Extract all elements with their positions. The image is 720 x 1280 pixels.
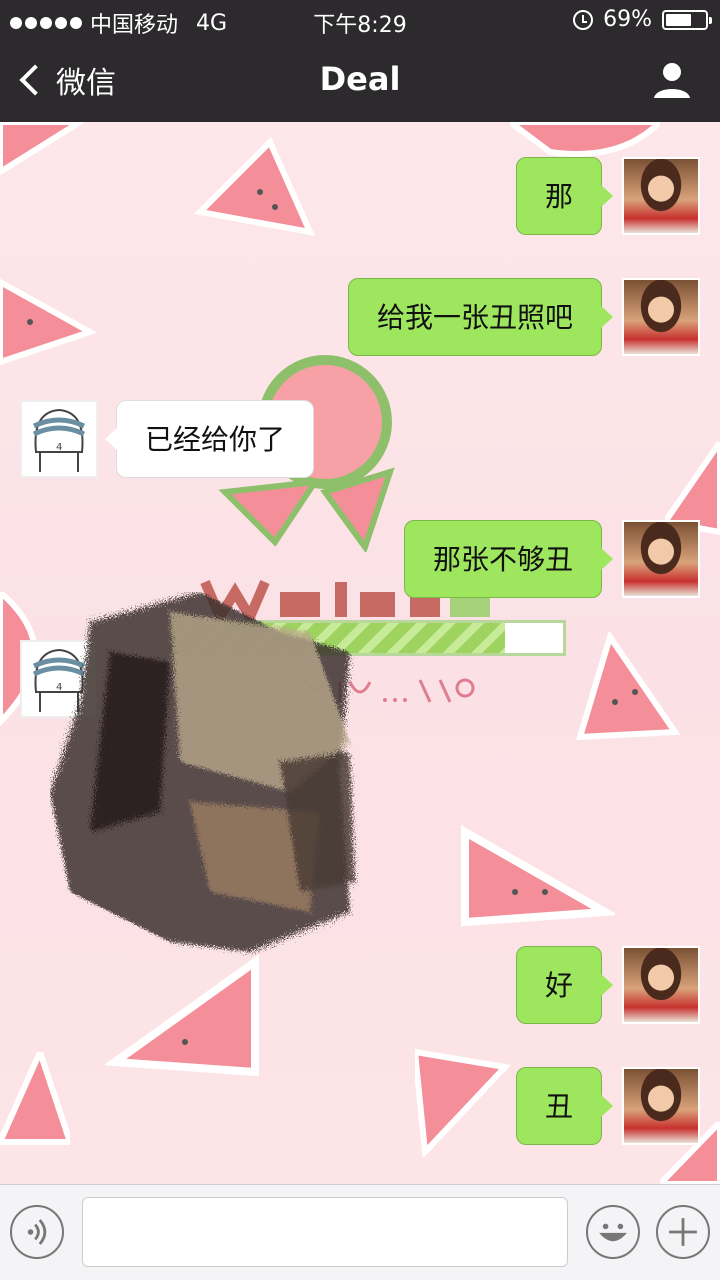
message-row: 那 — [0, 157, 720, 237]
message-bubble[interactable]: 丑 — [515, 1067, 614, 1145]
top-bar: 中国移动 4G 下午8:29 69% 微信 Deal — [0, 0, 720, 122]
status-bar: 中国移动 4G 下午8:29 69% — [0, 0, 720, 40]
contact-avatar[interactable]: 4 — [20, 400, 98, 478]
watermelon-decoration — [510, 122, 660, 157]
plus-icon[interactable] — [656, 1205, 710, 1259]
voice-icon[interactable] — [10, 1205, 64, 1259]
message-bubble[interactable]: 那张不够丑 — [403, 520, 614, 598]
message-bubble[interactable]: 那 — [515, 157, 614, 235]
message-bubble[interactable]: 好 — [515, 946, 614, 1024]
my-avatar[interactable] — [622, 278, 700, 356]
message-row: 给我一张丑照吧 — [0, 278, 720, 358]
emoji-icon[interactable] — [586, 1205, 640, 1259]
status-right: 69% — [573, 7, 712, 32]
person-icon[interactable] — [652, 60, 692, 100]
chat-area[interactable]: 那 给我一张丑照吧 4 已经给你了 那张不够丑 4 好 丑 — [0, 122, 720, 1184]
message-input[interactable] — [82, 1197, 568, 1267]
message-row: 丑 — [0, 1067, 720, 1147]
battery-icon — [662, 9, 712, 30]
nav-bar: 微信 Deal — [0, 40, 720, 122]
alarm-icon — [573, 9, 594, 30]
message-row: 好 — [0, 946, 720, 1026]
chat-title: Deal — [319, 60, 401, 98]
message-row: 4 已经给你了 — [0, 400, 720, 480]
battery-percent: 69% — [603, 7, 652, 32]
input-bar — [0, 1184, 720, 1280]
my-avatar[interactable] — [622, 157, 700, 235]
my-avatar[interactable] — [622, 946, 700, 1024]
message-bubble[interactable]: 给我一张丑照吧 — [347, 278, 614, 356]
my-avatar[interactable] — [622, 1067, 700, 1145]
my-avatar[interactable] — [622, 520, 700, 598]
battery-fill — [666, 13, 691, 26]
message-bubble[interactable]: 已经给你了 — [104, 400, 315, 478]
svg-text:4: 4 — [56, 442, 62, 453]
obscured-image-message[interactable] — [50, 592, 360, 972]
message-row: 那张不够丑 — [0, 520, 720, 600]
